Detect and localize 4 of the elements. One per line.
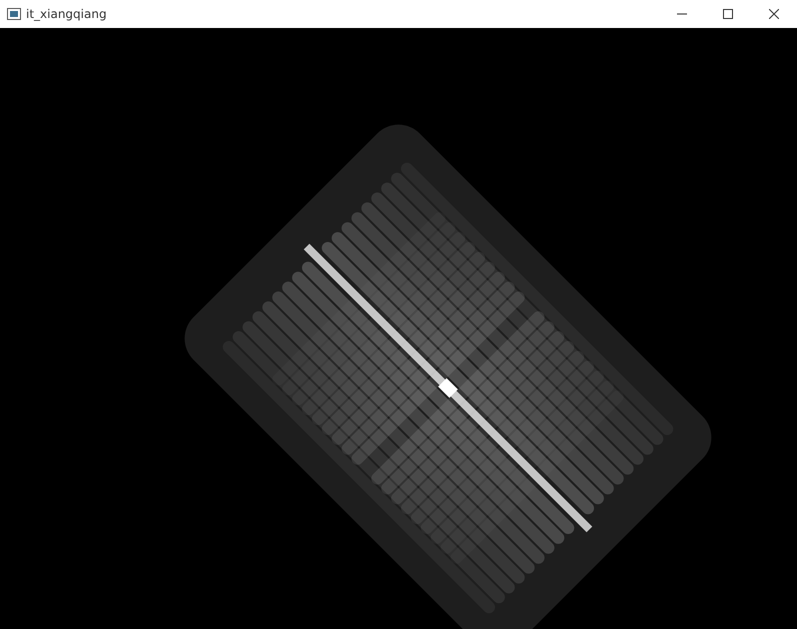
window-title: it_xiangqiang (26, 7, 108, 21)
maximize-icon (723, 9, 733, 19)
close-icon (769, 9, 779, 19)
app-icon (7, 8, 21, 20)
